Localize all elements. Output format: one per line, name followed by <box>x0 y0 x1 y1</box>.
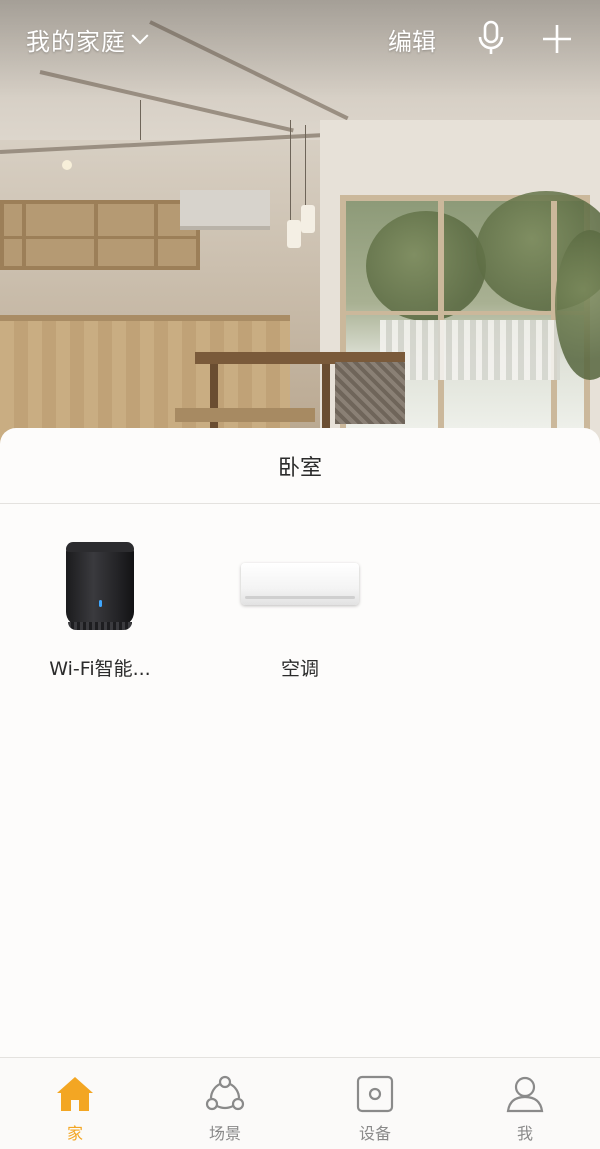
user-icon <box>475 1074 575 1114</box>
tab-label: 设备 <box>358 1124 391 1143</box>
room-header[interactable]: 卧室 <box>0 428 600 504</box>
tab-scene[interactable]: 场景 <box>175 1074 275 1144</box>
top-bar: 我的家庭 编辑 <box>0 0 600 78</box>
chevron-down-icon <box>131 26 149 44</box>
air-conditioner-icon <box>220 534 380 634</box>
home-selector[interactable]: 我的家庭 <box>26 22 149 57</box>
tab-label: 我 <box>516 1124 533 1143</box>
device-grid: Wi-Fi智能... 空调 <box>0 504 600 804</box>
room-title: 卧室 <box>277 455 322 481</box>
bottom-tab-bar: 家 场景 设备 我 <box>0 1057 600 1149</box>
device-card-air-conditioner[interactable]: 空调 <box>220 534 380 681</box>
device-name: 空调 <box>280 658 319 680</box>
room-sheet: 卧室 Wi-Fi智能... 空调 <box>0 428 600 1058</box>
home-title: 我的家庭 <box>26 28 126 56</box>
tab-devices[interactable]: 设备 <box>325 1074 425 1144</box>
plus-icon[interactable] <box>540 22 574 56</box>
tab-label: 场景 <box>208 1124 241 1143</box>
ir-remote-hub-icon <box>20 534 180 634</box>
tab-label: 家 <box>66 1124 83 1143</box>
device-name: Wi-Fi智能... <box>49 658 151 680</box>
device-icon <box>325 1074 425 1114</box>
device-card-wifi-remote[interactable]: Wi-Fi智能... <box>20 534 180 681</box>
scene-icon <box>175 1074 275 1114</box>
tab-me[interactable]: 我 <box>475 1074 575 1144</box>
microphone-icon[interactable] <box>476 20 506 56</box>
home-icon <box>25 1074 125 1114</box>
tab-home[interactable]: 家 <box>25 1074 125 1144</box>
edit-button[interactable]: 编辑 <box>388 22 436 57</box>
